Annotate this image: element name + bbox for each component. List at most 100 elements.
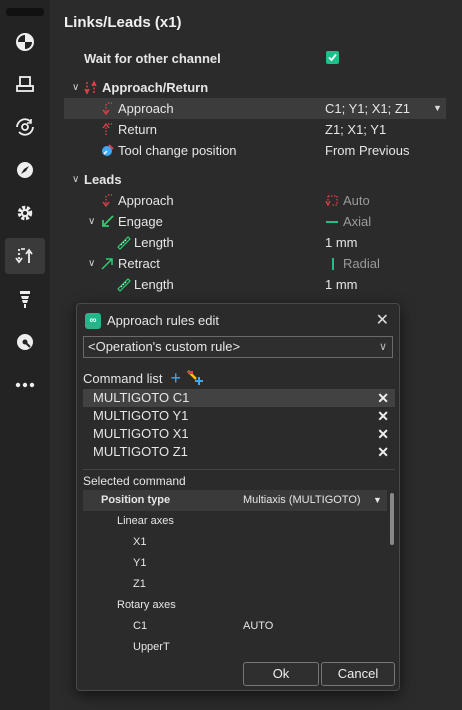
divider	[83, 469, 395, 470]
engage-length-row[interactable]: Length 1 mm	[50, 232, 456, 253]
leads-label: Leads	[84, 172, 122, 187]
tool-change-label: Tool change position	[118, 143, 237, 158]
sidebar-item-simulation[interactable]	[5, 324, 45, 360]
scrollbar[interactable]	[390, 493, 394, 545]
list-item[interactable]: MULTIGOTO C1 ✕	[83, 389, 395, 407]
pie-chart-icon	[16, 33, 34, 51]
command-label: MULTIGOTO Z1	[93, 444, 188, 459]
sidebar-item-pie[interactable]	[5, 24, 45, 60]
wait-channel-row: Wait for other channel	[50, 48, 456, 69]
list-item[interactable]: MULTIGOTO Z1 ✕	[83, 443, 395, 461]
retract-length-row[interactable]: Length 1 mm	[50, 274, 456, 295]
uppert-row[interactable]: UpperT	[83, 637, 387, 658]
approach-row[interactable]: Approach C1; Y1; X1; Z1 ▼	[64, 98, 446, 119]
command-list-label: Command list	[83, 370, 163, 386]
more-icon	[15, 382, 35, 388]
leads-group[interactable]: ∨ Leads	[50, 169, 456, 190]
sidebar-item-rotate[interactable]	[5, 109, 45, 145]
c1-row[interactable]: C1 AUTO	[83, 616, 387, 637]
chevron-down-icon[interactable]: ∨	[72, 77, 79, 98]
return-value: Z1; X1; Y1	[325, 122, 387, 137]
wait-channel-checkbox[interactable]	[326, 51, 339, 64]
rule-select[interactable]: <Operation's custom rule> ∨	[83, 336, 393, 358]
x1-row[interactable]: X1	[83, 532, 387, 553]
auto-icon	[325, 195, 338, 207]
sidebar-top-handle	[6, 8, 44, 16]
length-icon	[117, 236, 131, 250]
add-command-icon[interactable]: +	[170, 369, 181, 387]
command-label: MULTIGOTO Y1	[93, 408, 189, 423]
tool-change-icon	[102, 144, 114, 156]
list-item[interactable]: MULTIGOTO X1 ✕	[83, 425, 395, 443]
checkmark-icon	[328, 53, 337, 62]
linear-axes-label: Linear axes	[117, 515, 174, 527]
approach-rules-dialog: ∞ Approach rules edit ✕ <Operation's cus…	[76, 303, 400, 691]
y1-row[interactable]: Y1	[83, 553, 387, 574]
list-item[interactable]: MULTIGOTO Y1 ✕	[83, 407, 395, 425]
engage-length-label: Length	[134, 235, 174, 250]
retract-value: Radial	[343, 256, 380, 271]
dialog-title-bar: ∞ Approach rules edit	[85, 311, 219, 331]
return-icon	[102, 122, 112, 135]
command-list: MULTIGOTO C1 ✕ MULTIGOTO Y1 ✕ MULTIGOTO …	[83, 389, 395, 461]
sidebar-item-tool[interactable]	[5, 281, 45, 317]
ok-button[interactable]: Ok	[243, 662, 319, 686]
approach-value: C1; Y1; X1; Z1	[325, 101, 411, 116]
add-special-command-icon[interactable]	[187, 370, 203, 386]
linear-axes-row: Linear axes	[83, 511, 387, 532]
sidebar-item-more[interactable]	[5, 367, 45, 403]
command-list-header: Command list +	[83, 369, 203, 387]
return-row[interactable]: Return Z1; X1; Y1	[50, 119, 456, 140]
rotary-axes-row: Rotary axes	[83, 595, 387, 616]
leads-approach-label: Approach	[118, 193, 174, 208]
approach-return-icon	[84, 80, 97, 95]
z1-row[interactable]: Z1	[83, 574, 387, 595]
tool-change-row[interactable]: Tool change position From Previous	[50, 140, 456, 161]
retract-length-value: 1 mm	[325, 277, 358, 292]
chevron-down-icon: ∨	[378, 341, 387, 353]
sidebar-item-settings[interactable]	[5, 195, 45, 231]
dropdown-arrow-icon[interactable]: ▼	[373, 490, 382, 511]
dropdown-arrow-icon[interactable]: ▼	[433, 98, 442, 119]
delete-icon[interactable]: ✕	[377, 443, 389, 461]
position-type-row[interactable]: Position type Multiaxis (MULTIGOTO) ▼	[83, 490, 387, 511]
x1-label: X1	[133, 536, 147, 548]
rotate-icon	[16, 118, 34, 136]
approach-label: Approach	[118, 101, 174, 116]
sidebar-item-links-leads[interactable]	[5, 238, 45, 274]
leads-approach-row[interactable]: Approach Auto	[50, 190, 456, 211]
delete-icon[interactable]: ✕	[377, 407, 389, 425]
dialog-title: Approach rules edit	[107, 313, 220, 328]
sidebar-item-compass[interactable]	[5, 152, 45, 188]
delete-icon[interactable]: ✕	[377, 425, 389, 443]
retract-icon	[101, 258, 113, 270]
return-label: Return	[118, 122, 158, 137]
engage-row[interactable]: ∨ Engage Axial	[50, 211, 456, 232]
engage-length-value: 1 mm	[325, 235, 358, 250]
uppert-label: UpperT	[133, 641, 170, 653]
position-type-value: Multiaxis (MULTIGOTO)	[243, 494, 361, 506]
delete-icon[interactable]: ✕	[377, 389, 389, 407]
close-icon[interactable]: ✕	[376, 310, 389, 330]
approach-return-group[interactable]: ∨ Approach/Return	[50, 77, 456, 98]
command-label: MULTIGOTO C1	[93, 390, 190, 405]
engage-icon	[102, 215, 114, 227]
engage-label: Engage	[118, 214, 163, 229]
approach-icon	[102, 102, 112, 116]
stock-icon	[16, 76, 34, 92]
chevron-down-icon[interactable]: ∨	[72, 169, 79, 190]
cancel-button[interactable]: Cancel	[321, 662, 395, 686]
sidebar	[0, 0, 50, 710]
chevron-down-icon[interactable]: ∨	[88, 253, 95, 274]
panel-title: Links/Leads (x1)	[64, 14, 182, 31]
simulation-icon	[17, 334, 33, 350]
engage-value: Axial	[343, 214, 372, 229]
retract-row[interactable]: ∨ Retract Radial	[50, 253, 456, 274]
sidebar-item-stock[interactable]	[5, 66, 45, 102]
wait-channel-label: Wait for other channel	[84, 51, 221, 66]
command-label: MULTIGOTO X1	[93, 426, 189, 441]
chevron-down-icon[interactable]: ∨	[88, 211, 95, 232]
radial-icon	[332, 258, 334, 270]
retract-label: Retract	[118, 256, 160, 271]
leads-approach-value: Auto	[343, 193, 370, 208]
